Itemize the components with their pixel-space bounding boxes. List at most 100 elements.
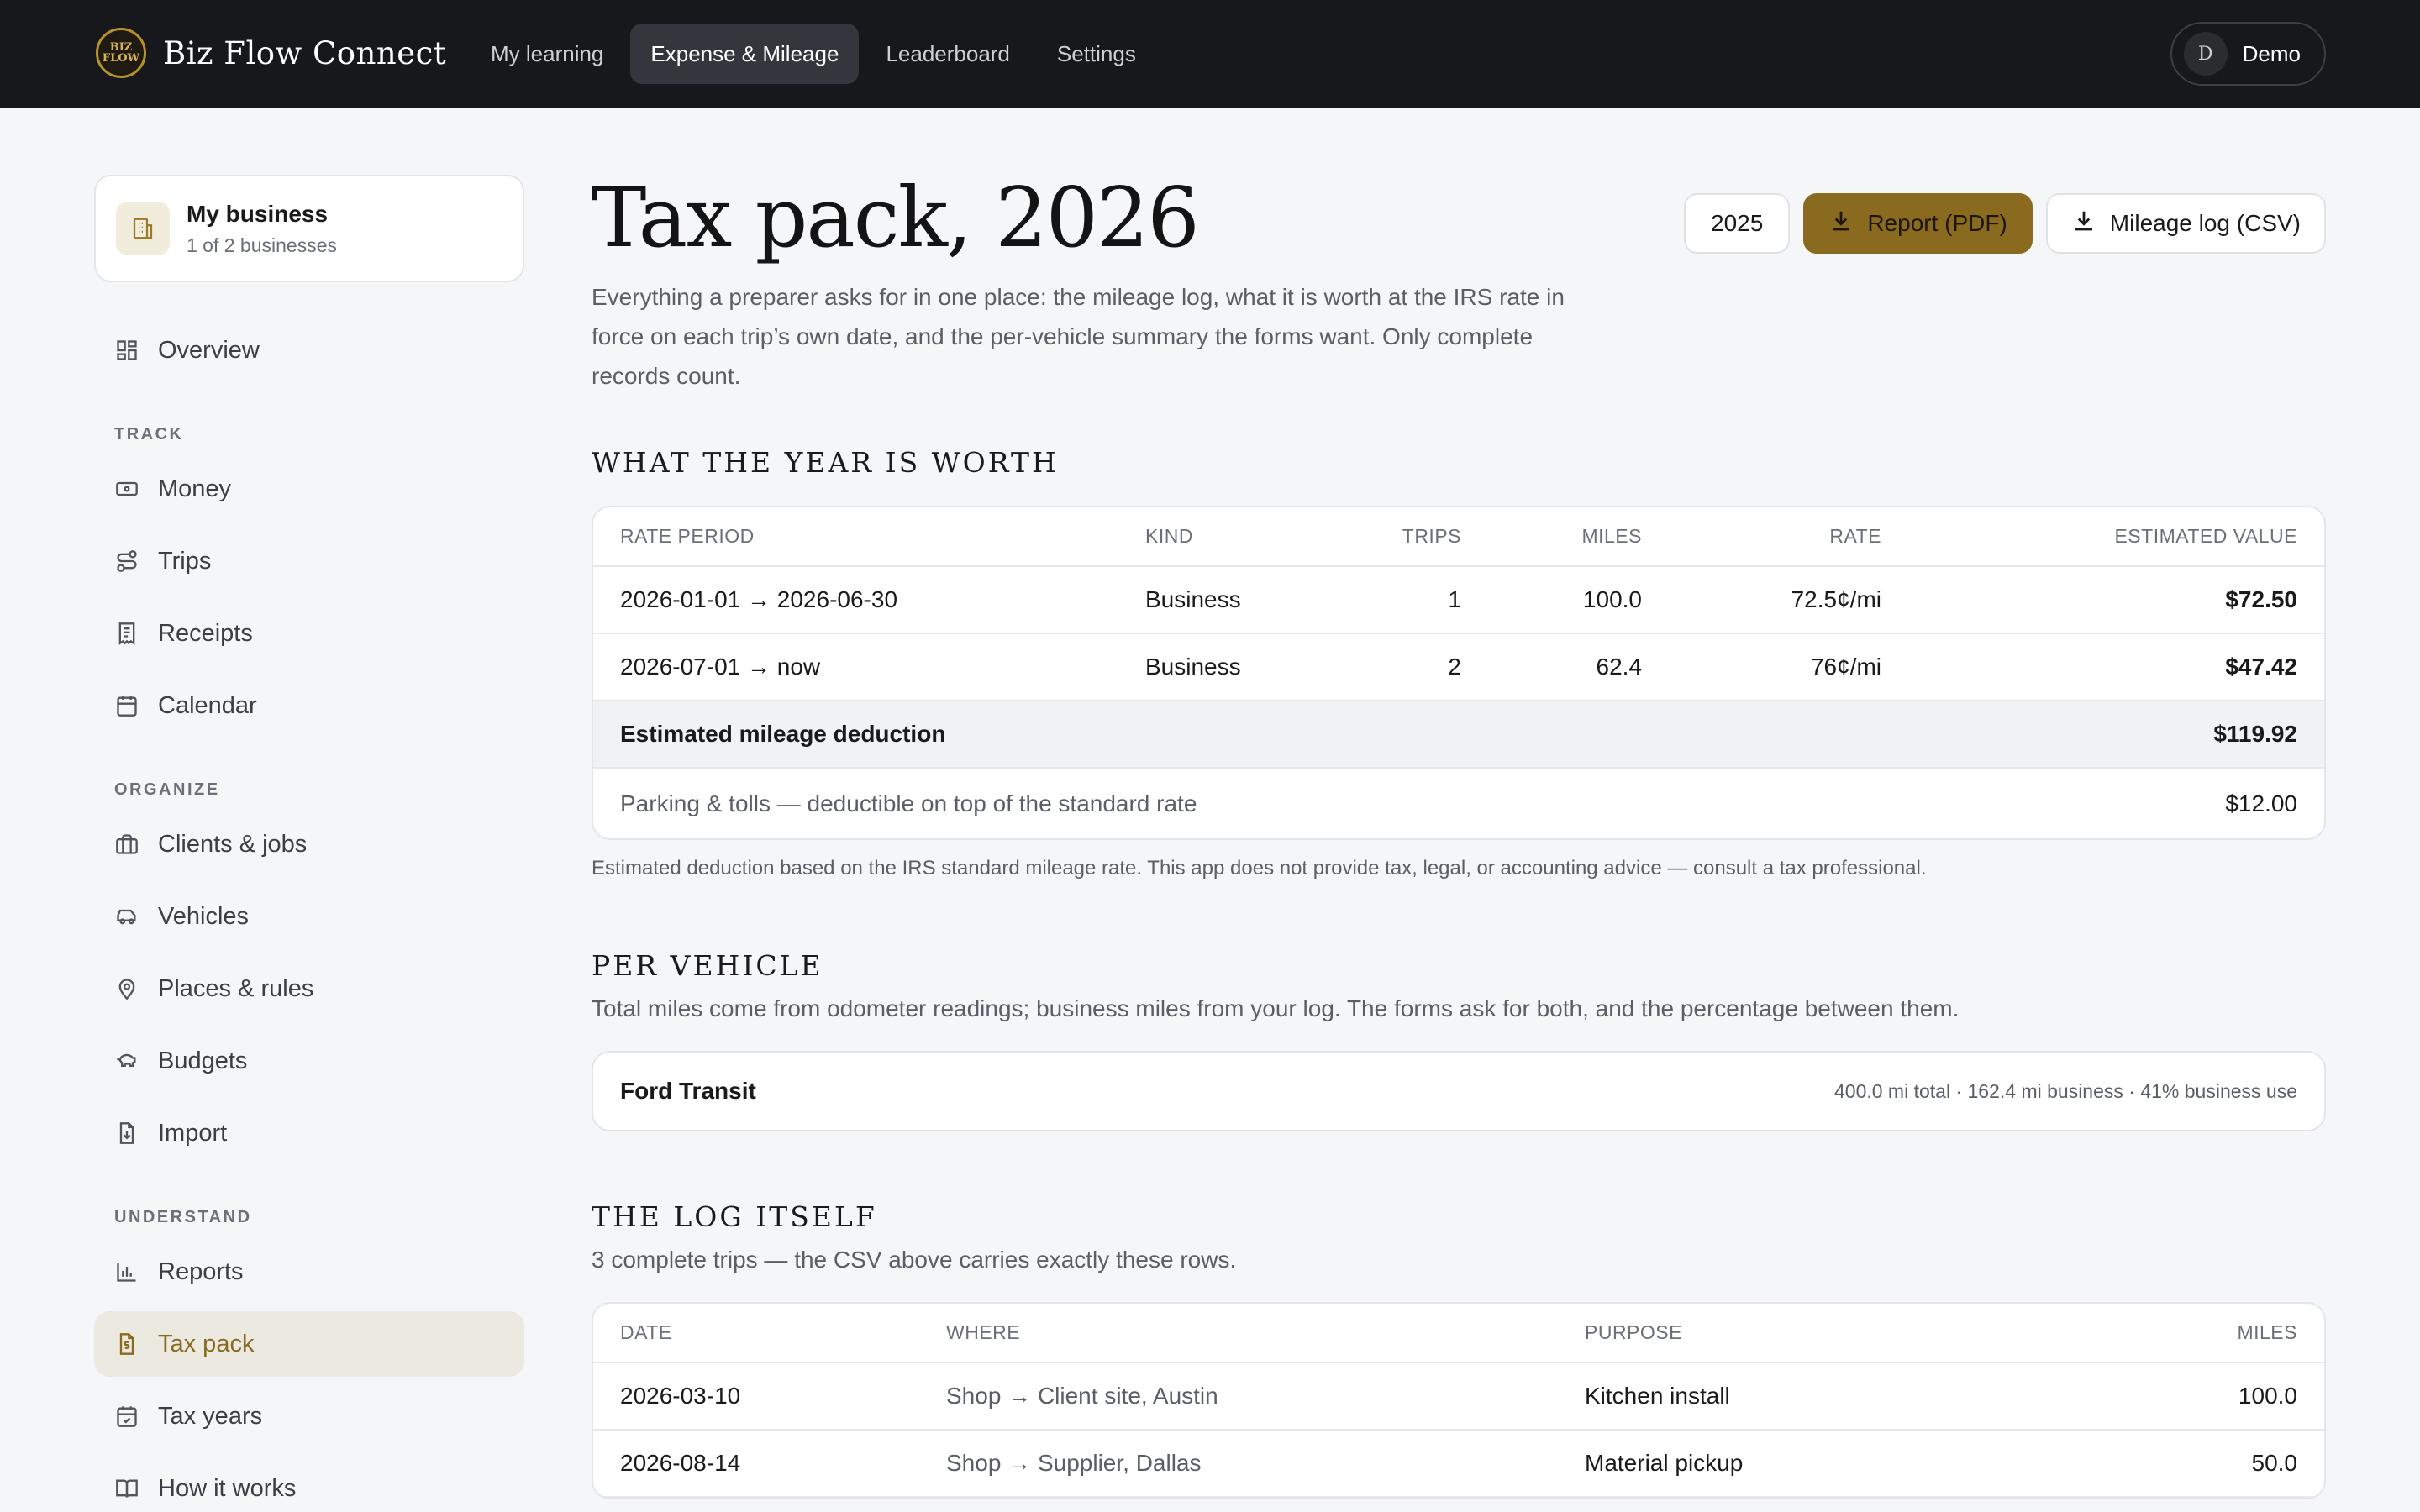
receipt-icon xyxy=(114,621,139,646)
calendar-check-icon xyxy=(114,1404,139,1429)
section-heading-worth: What the year is worth xyxy=(592,446,1059,479)
sidebar: My business 1 of 2 businesses Overview T… xyxy=(94,175,524,1512)
year-select-button[interactable]: 2025 xyxy=(1684,193,1791,254)
sidebar-section-organize: ORGANIZE xyxy=(114,780,220,799)
parking-row: Parking & tolls — deductible on top of t… xyxy=(593,768,2324,838)
total-label: Estimated mileage deduction xyxy=(593,701,1908,769)
sidebar-item-reports[interactable]: Reports xyxy=(94,1239,524,1305)
sidebar-item-import[interactable]: Import xyxy=(94,1100,524,1166)
parking-label: Parking & tolls — deductible on top of t… xyxy=(620,790,1197,816)
log-table-card: DATE WHERE PURPOSE MILES 2026-03-10 Shop… xyxy=(592,1302,2326,1499)
nav-leaderboard[interactable]: Leaderboard xyxy=(865,24,1029,84)
business-count: 1 of 2 businesses xyxy=(187,234,338,256)
column-header: PURPOSE xyxy=(1558,1304,2057,1363)
trip-purpose: Kitchen install xyxy=(1558,1362,2057,1431)
table-row: 2026-01-01 → 2026-06-30 Business 1 100.0… xyxy=(593,566,2324,634)
route-icon xyxy=(114,549,139,574)
report-pdf-label: Report (PDF) xyxy=(1867,210,2007,236)
sidebar-item-label: Vehicles xyxy=(158,902,250,930)
sidebar-item-overview[interactable]: Overview xyxy=(94,318,524,383)
sidebar-item-how-it-works[interactable]: How it works xyxy=(94,1456,524,1512)
sidebar-item-label: Money xyxy=(158,475,232,502)
worth-table-card: RATE PERIOD KIND TRIPS MILES RATE ESTIMA… xyxy=(592,506,2326,840)
brand-name: Biz Flow Connect xyxy=(163,34,447,71)
sidebar-item-receipts[interactable]: Receipts xyxy=(94,601,524,666)
main-content: Tax pack, 2026 Everything a preparer ask… xyxy=(592,168,2326,1499)
bar-chart-icon xyxy=(114,1259,139,1284)
vehicle-stats: 400.0 mi total · 162.4 mi business · 41%… xyxy=(1833,1079,2297,1102)
user-menu-button[interactable]: D Demo xyxy=(2170,22,2326,86)
trip-purpose: Material pickup xyxy=(1558,1430,2057,1498)
parking-value: $12.00 xyxy=(2225,790,2297,816)
estimated-value: $47.42 xyxy=(1908,633,2324,701)
page-actions: 2025 Report (PDF) Mileage log (CSV) xyxy=(1684,193,2326,254)
trips: 2 xyxy=(1370,633,1488,701)
piggy-bank-icon xyxy=(114,1048,139,1074)
brand[interactable]: BIZ FLOW Biz Flow Connect xyxy=(96,25,446,81)
sidebar-item-label: Places & rules xyxy=(158,974,314,1002)
total-row: Estimated mileage deduction $119.92 xyxy=(593,701,2324,769)
grid-icon xyxy=(114,338,139,363)
download-icon xyxy=(2071,208,2096,239)
sidebar-item-money[interactable]: Money xyxy=(94,456,524,522)
miles: 100.0 xyxy=(1488,566,1669,634)
calendar-icon xyxy=(114,693,139,718)
sidebar-item-label: Import xyxy=(158,1119,228,1147)
car-icon xyxy=(114,904,139,929)
sidebar-item-label: Reports xyxy=(158,1257,244,1285)
kind: Business xyxy=(1118,566,1370,634)
nav-expense-mileage[interactable]: Expense & Mileage xyxy=(630,24,860,84)
file-import-icon xyxy=(114,1121,139,1146)
sidebar-item-label: Overview xyxy=(158,336,260,364)
sidebar-item-tax-years[interactable]: Tax years xyxy=(94,1383,524,1449)
rate: 76¢/mi xyxy=(1669,633,1908,701)
column-header: MILES xyxy=(1488,507,1669,567)
business-name: My business xyxy=(187,200,329,227)
sidebar-item-vehicles[interactable]: Vehicles xyxy=(94,884,524,949)
sidebar-section-understand: UNDERSTAND xyxy=(114,1208,252,1226)
column-header: KIND xyxy=(1118,507,1370,567)
trip-date: 2026-08-14 xyxy=(593,1430,919,1498)
column-header: DATE xyxy=(593,1304,919,1363)
top-bar: BIZ FLOW Biz Flow Connect My learning Ex… xyxy=(0,0,2420,108)
estimated-value: $72.50 xyxy=(1908,566,2324,634)
sidebar-item-places-rules[interactable]: Places & rules xyxy=(94,956,524,1021)
rate-period: 2026-07-01 → now xyxy=(593,633,1118,701)
building-icon xyxy=(116,202,170,255)
nav-my-learning[interactable]: My learning xyxy=(471,24,623,84)
map-pin-icon xyxy=(114,976,139,1001)
sidebar-item-calendar[interactable]: Calendar xyxy=(94,673,524,738)
briefcase-icon xyxy=(114,832,139,857)
brand-logo: BIZ FLOW xyxy=(96,28,146,78)
disclaimer: Estimated deduction based on the IRS sta… xyxy=(592,857,1927,879)
sidebar-item-trips[interactable]: Trips xyxy=(94,528,524,594)
report-pdf-button[interactable]: Report (PDF) xyxy=(1803,193,2033,254)
download-icon xyxy=(1828,208,1854,239)
column-header: WHERE xyxy=(919,1304,1558,1363)
mileage-log-csv-label: Mileage log (CSV) xyxy=(2109,210,2301,236)
sidebar-item-tax-pack[interactable]: Tax pack xyxy=(94,1311,524,1377)
sidebar-item-label: Calendar xyxy=(158,691,257,719)
rate: 72.5¢/mi xyxy=(1669,566,1908,634)
trips: 1 xyxy=(1370,566,1488,634)
nav-settings[interactable]: Settings xyxy=(1037,24,1156,84)
section-heading-log: The log itself xyxy=(592,1200,877,1233)
sidebar-item-budgets[interactable]: Budgets xyxy=(94,1028,524,1094)
vehicle-name: Ford Transit xyxy=(620,1078,756,1104)
business-switcher[interactable]: My business 1 of 2 businesses xyxy=(94,175,524,282)
table-header-row: DATE WHERE PURPOSE MILES xyxy=(593,1304,2324,1363)
column-header: TRIPS xyxy=(1370,507,1488,567)
sidebar-item-clients-jobs[interactable]: Clients & jobs xyxy=(94,811,524,877)
trip-miles: 100.0 xyxy=(2056,1362,2324,1431)
book-icon xyxy=(114,1476,139,1501)
column-header: ESTIMATED VALUE xyxy=(1908,507,2324,567)
sidebar-item-label: Clients & jobs xyxy=(158,830,308,858)
column-header: MILES xyxy=(2056,1304,2324,1363)
table-row: 2026-07-01 → now Business 2 62.4 76¢/mi … xyxy=(593,633,2324,701)
trip-miles: 50.0 xyxy=(2056,1430,2324,1498)
sidebar-item-label: Receipts xyxy=(158,619,253,647)
kind: Business xyxy=(1118,633,1370,701)
avatar: D xyxy=(2183,32,2228,76)
mileage-log-csv-button[interactable]: Mileage log (CSV) xyxy=(2045,193,2326,254)
trip-date: 2026-03-10 xyxy=(593,1362,919,1431)
